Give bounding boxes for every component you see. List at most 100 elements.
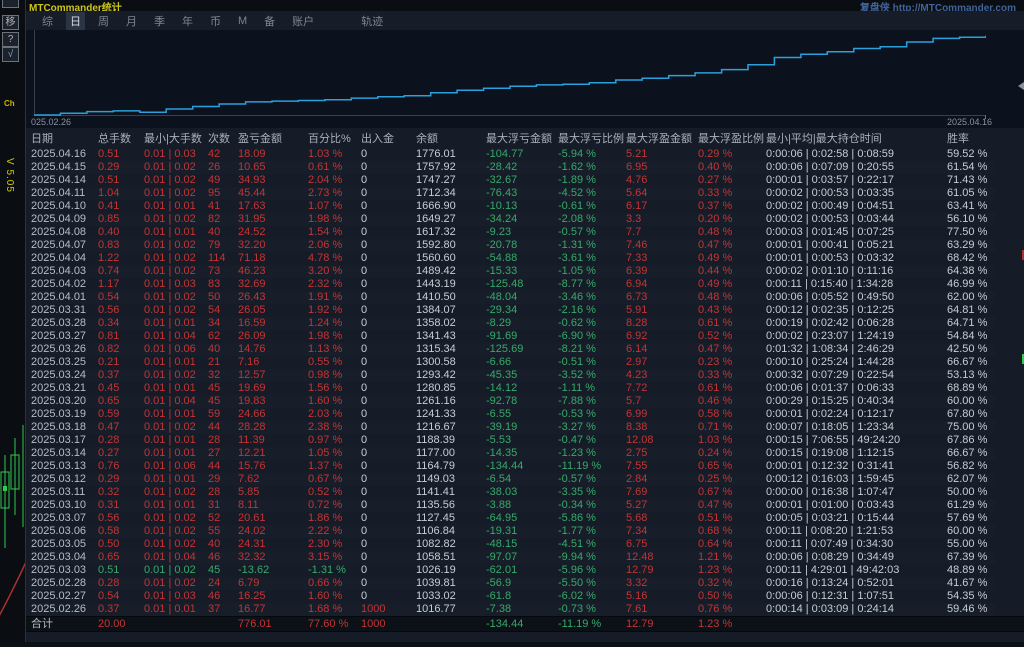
- table-row[interactable]: 2025.03.31 0.56 0.01 | 0.02 54 26.05 1.92 % 0 1…: [31, 304, 995, 317]
- table-row[interactable]: 2025.03.07 0.56 0.01 | 0.02 52 20.61 1.86 % 0 1…: [31, 512, 995, 525]
- table-row[interactable]: 2025.03.28 0.34 0.01 | 0.01 34 16.59 1.24 % 0 1…: [31, 317, 995, 330]
- cell-date: 2025.04.01: [31, 291, 87, 303]
- cell-pl-amount: 7.62: [238, 473, 260, 485]
- table-row[interactable]: 2025.04.14 0.51 0.01 | 0.02 49 34.93 2.04 % 0 1…: [31, 174, 995, 187]
- cell-holding-time: 0:00:06 | 0:12:31 | 1:07:51: [766, 590, 895, 602]
- table-row[interactable]: 2025.03.05 0.50 0.01 | 0.02 40 24.31 2.30 % 0 1…: [31, 538, 995, 551]
- table-row[interactable]: 2025.04.04 1.22 0.01 | 0.02 114 71.18 4.78 % 0…: [31, 252, 995, 265]
- table-row[interactable]: 2025.03.25 0.21 0.01 | 0.01 21 7.16 0.55 % 0 13…: [31, 356, 995, 369]
- cell-max-float-profit: 5.68: [626, 512, 648, 524]
- cell-pl-percent: 77.60 %: [308, 618, 349, 630]
- cell-date: 2025.04.11: [31, 187, 86, 199]
- cell-trades: 40: [208, 538, 221, 550]
- table-row[interactable]: 2025.04.02 1.17 0.01 | 0.03 83 32.69 2.32 % 0 1…: [31, 278, 995, 291]
- cell-balance: 1039.81: [416, 577, 456, 589]
- cell-max-float-loss-pct: -8.77 %: [558, 278, 596, 290]
- cell-max-float-profit: 5.91: [626, 304, 648, 316]
- cell-max-float-loss: -97.07: [486, 551, 518, 563]
- cell-pl-percent: 0.98 %: [308, 369, 343, 381]
- table-row[interactable]: 2025.03.27 0.81 0.01 | 0.04 62 26.09 1.98 % 0 1…: [31, 330, 995, 343]
- tab-day[interactable]: 日: [66, 11, 85, 30]
- cell-total-lots: 0.32: [98, 486, 120, 498]
- cell-max-float-profit-pct: 0.65 %: [698, 460, 733, 472]
- table-row[interactable]: 2025.03.19 0.59 0.01 | 0.01 59 24.66 2.03 % 0 1…: [31, 408, 995, 421]
- cell-max-float-loss: -62.01: [486, 564, 518, 576]
- table-row[interactable]: 2025.04.15 0.29 0.01 | 0.02 26 10.65 0.61 % 0 1…: [31, 161, 995, 174]
- cell-balance: 1127.45: [416, 512, 455, 524]
- cell-max-float-loss: -56.9: [486, 577, 512, 589]
- table-row[interactable]: 2025.04.08 0.40 0.01 | 0.01 40 24.52 1.54 % 0 1…: [31, 226, 995, 239]
- cell-max-float-loss: -38.03: [486, 486, 518, 498]
- cell-deposit: 0: [361, 252, 368, 264]
- table-row[interactable]: 2025.03.11 0.32 0.01 | 0.02 28 5.85 0.52 % 0 11…: [31, 486, 995, 499]
- cell-pl-percent: 0.55 %: [308, 356, 343, 368]
- version-label: V 5.05: [4, 158, 15, 193]
- cell-win-rate: 67.80 %: [947, 408, 988, 420]
- cell-balance: 1592.80: [416, 239, 456, 251]
- cell-total-lots: 0.40: [98, 226, 120, 238]
- table-row[interactable]: 2025.03.10 0.31 0.01 | 0.01 31 8.11 0.72 % 0 11…: [31, 499, 995, 512]
- brand-link[interactable]: 复盘侠 http://MTCommander.com: [860, 0, 1016, 11]
- cell-date: 2025.03.25: [31, 356, 87, 368]
- table-row[interactable]: 2025.03.14 0.27 0.01 | 0.01 27 12.21 1.05 % 0 1…: [31, 447, 995, 460]
- cell-min-max-lots: 0.01 | 0.02: [144, 304, 196, 316]
- check-button[interactable]: √: [2, 47, 19, 62]
- cell-max-float-loss: -48.04: [486, 291, 518, 303]
- cell-date: 2025.04.09: [31, 213, 87, 225]
- table-row[interactable]: 2025.03.21 0.45 0.01 | 0.01 45 19.69 1.56 % 0 1…: [31, 382, 995, 395]
- cell-win-rate: 61.29 %: [947, 499, 988, 511]
- cell-pl-percent: 0.67 %: [308, 473, 343, 485]
- table-row[interactable]: 2025.03.20 0.65 0.01 | 0.04 45 19.83 1.60 % 0 1…: [31, 395, 995, 408]
- cell-pl-amount: 46.23: [238, 265, 266, 277]
- table-row[interactable]: 2025.04.03 0.74 0.01 | 0.02 73 46.23 3.20 % 0 1…: [31, 265, 995, 278]
- statistics-window: MTCommander统计 复盘侠 http://MTCommander.com…: [25, 0, 1024, 642]
- tab-summary[interactable]: 综: [38, 12, 57, 30]
- table-row[interactable]: 2025.03.24 0.37 0.01 | 0.02 32 12.57 0.98 % 0 1…: [31, 369, 995, 382]
- cell-max-float-loss: -29.34: [486, 304, 518, 316]
- partial-button[interactable]: [2, 0, 19, 8]
- tab-quarter[interactable]: 季: [150, 12, 169, 30]
- table-row[interactable]: 2025.04.07 0.83 0.01 | 0.02 79 32.20 2.06 % 0 1…: [31, 239, 995, 252]
- table-row[interactable]: 2025.03.12 0.29 0.01 | 0.01 29 7.62 0.67 % 0 11…: [31, 473, 995, 486]
- cell-balance: 1033.02: [416, 590, 456, 602]
- table-row[interactable]: 2025.02.26 0.37 0.01 | 0.01 37 16.77 1.68 % 10…: [31, 603, 995, 616]
- table-row[interactable]: 2025.03.13 0.76 0.01 | 0.06 44 15.76 1.37 % 0 1…: [31, 460, 995, 473]
- cell-max-float-loss: -14.35: [486, 447, 518, 459]
- tab-week[interactable]: 周: [94, 12, 113, 30]
- tab-currency[interactable]: 币: [206, 12, 225, 30]
- cell-win-rate: 63.29 %: [947, 239, 988, 251]
- cell-trades: 29: [208, 473, 221, 485]
- tab-year[interactable]: 年: [178, 12, 197, 30]
- cell-pl-amount: 26.43: [238, 291, 266, 303]
- table-row[interactable]: 2025.03.17 0.28 0.01 | 0.01 28 11.39 0.97 % 0 1…: [31, 434, 995, 447]
- table-row[interactable]: 2025.02.28 0.28 0.01 | 0.02 24 6.79 0.66 % 0 10…: [31, 577, 995, 590]
- header-deposit: 出入金: [361, 133, 394, 145]
- cell-win-rate: 42.50 %: [947, 343, 988, 355]
- move-button[interactable]: 移: [2, 15, 19, 30]
- cell-deposit: 0: [361, 382, 368, 394]
- tab-account[interactable]: 账户: [288, 12, 318, 30]
- cell-max-float-profit-pct: 0.52 %: [698, 330, 733, 342]
- table-row[interactable]: 2025.03.06 0.58 0.01 | 0.02 55 24.02 2.22 % 0 1…: [31, 525, 995, 538]
- tab-month[interactable]: 月: [122, 12, 141, 30]
- table-row[interactable]: 2025.04.11 1.04 0.01 | 0.02 95 45.44 2.73 % 0 1…: [31, 187, 995, 200]
- cell-trades: 28: [208, 434, 221, 446]
- help-button[interactable]: ?: [2, 32, 19, 47]
- table-row[interactable]: 2025.04.10 0.41 0.01 | 0.01 41 17.63 1.07 % 0 1…: [31, 200, 995, 213]
- tab-trajectory[interactable]: 轨迹: [357, 12, 387, 30]
- table-row[interactable]: 2025.03.26 0.82 0.01 | 0.06 40 14.76 1.13 % 0 1…: [31, 343, 995, 356]
- table-row[interactable]: 2025.02.27 0.54 0.01 | 0.03 46 16.25 1.60 % 0 1…: [31, 590, 995, 603]
- table-row[interactable]: 2025.04.09 0.85 0.01 | 0.02 82 31.95 1.98 % 0 1…: [31, 213, 995, 226]
- cell-total-lots: 0.51: [98, 174, 120, 186]
- cell-total-lots: 0.82: [98, 343, 120, 355]
- table-row[interactable]: 2025.03.03 0.51 0.01 | 0.02 45 -13.62 -1.31 %…: [31, 564, 995, 577]
- table-row[interactable]: 2025.04.16 0.51 0.01 | 0.03 42 18.09 1.03 % 0 1…: [31, 148, 995, 161]
- cell-holding-time: 0:00:14 | 0:03:09 | 0:24:14: [766, 603, 895, 615]
- table-row[interactable]: 2025.03.04 0.65 0.01 | 0.04 46 32.32 3.15 % 0 1…: [31, 551, 995, 564]
- cell-pl-amount: 776.01: [238, 618, 272, 630]
- tab-note[interactable]: 备: [260, 12, 279, 30]
- cell-balance: 1293.42: [416, 369, 456, 381]
- table-row[interactable]: 2025.04.01 0.54 0.01 | 0.02 50 26.43 1.91 % 0 1…: [31, 291, 995, 304]
- table-row[interactable]: 2025.03.18 0.47 0.01 | 0.02 44 28.28 2.38 % 0 1…: [31, 421, 995, 434]
- tab-m[interactable]: M: [234, 14, 251, 28]
